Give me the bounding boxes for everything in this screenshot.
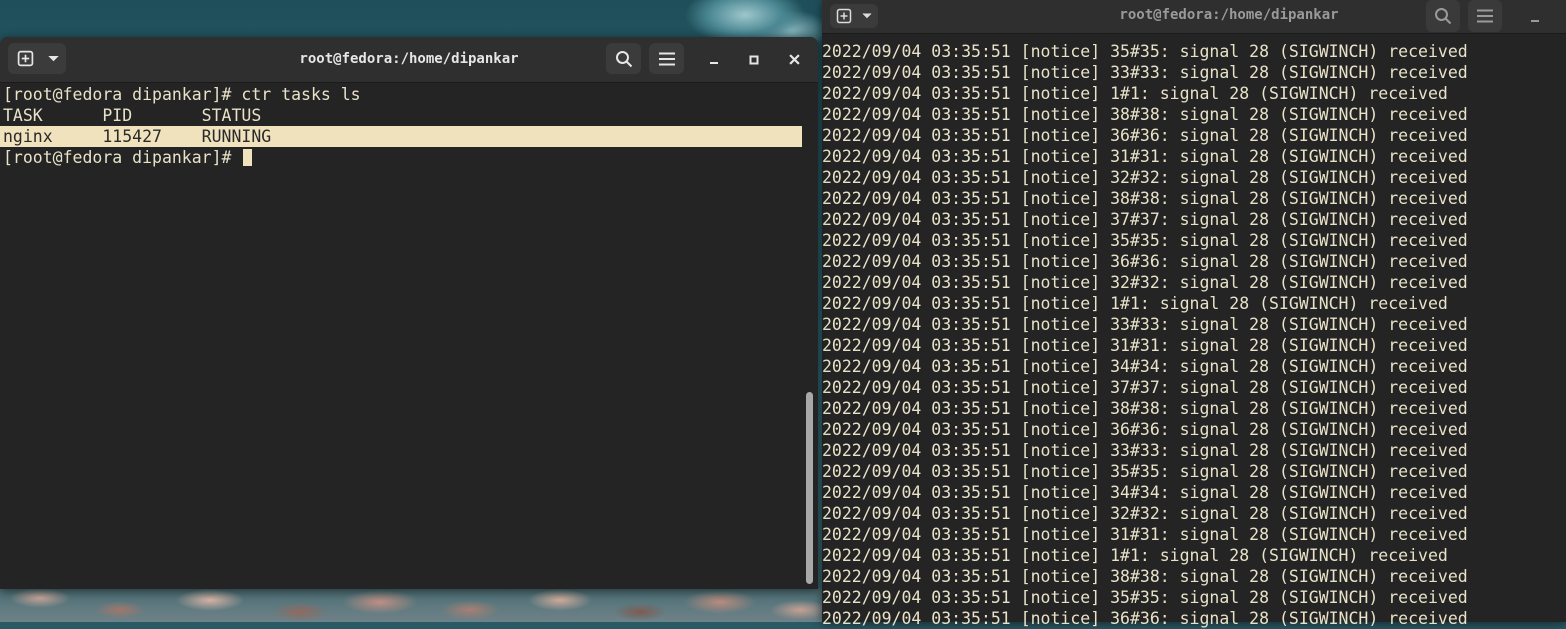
right-terminal-output[interactable]: 2022/09/04 03:35:51 [notice] 35#35: sign… — [822, 41, 1566, 629]
log-line: 2022/09/04 03:35:51 [notice] 33#33: sign… — [822, 441, 1468, 460]
log-line: 2022/09/04 03:35:51 [notice] 37#37: sign… — [822, 210, 1468, 229]
minimize-button[interactable] — [701, 46, 727, 72]
log-line: 2022/09/04 03:35:51 [notice] 34#34: sign… — [822, 357, 1468, 376]
maximize-button[interactable] — [741, 46, 767, 72]
menu-button[interactable] — [1468, 0, 1502, 32]
log-line: 2022/09/04 03:35:51 [notice] 32#32: sign… — [822, 168, 1468, 187]
terminal-line-text: [root@fedora dipankar]# ctr tasks ls — [3, 85, 361, 104]
terminal-line-text: nginx 115427 RUNNING — [3, 127, 272, 146]
log-line: 2022/09/04 03:35:51 [notice] 31#31: sign… — [822, 336, 1468, 355]
terminal-line-text: [root@fedora dipankar]# — [3, 148, 242, 167]
log-line: 2022/09/04 03:35:51 [notice] 36#36: sign… — [822, 609, 1468, 628]
terminal-line: [root@fedora dipankar]# — [3, 147, 802, 168]
new-tab-icon — [836, 8, 852, 24]
log-line: 2022/09/04 03:35:51 [notice] 32#32: sign… — [822, 504, 1468, 523]
maximize-icon — [749, 50, 759, 69]
task-row-highlighted: nginx 115427 RUNNING — [0, 126, 802, 147]
close-button[interactable] — [781, 46, 807, 72]
log-line: 2022/09/04 03:35:51 [notice] 38#38: sign… — [822, 399, 1468, 418]
new-tab-icon — [17, 50, 34, 67]
right-window-title: root@fedora:/home/dipankar — [1119, 7, 1339, 23]
log-line: 2022/09/04 03:35:51 [notice] 37#37: sign… — [822, 378, 1468, 397]
new-tab-button[interactable] — [830, 4, 878, 28]
search-button[interactable] — [1426, 0, 1460, 32]
log-line: 2022/09/04 03:35:51 [notice] 35#35: sign… — [822, 231, 1468, 250]
log-line: 2022/09/04 03:35:51 [notice] 35#35: sign… — [822, 588, 1468, 607]
log-line: 2022/09/04 03:35:51 [notice] 32#32: sign… — [822, 273, 1468, 292]
left-terminal-output[interactable]: [root@fedora dipankar]# ctr tasks ls TASK… — [0, 84, 802, 168]
terminal-line: [root@fedora dipankar]# ctr tasks ls — [3, 84, 802, 105]
log-line: 2022/09/04 03:35:51 [notice] 35#35: sign… — [822, 42, 1468, 61]
minimize-icon — [1530, 8, 1540, 27]
hamburger-menu-icon — [658, 52, 676, 66]
log-line: 2022/09/04 03:35:51 [notice] 33#33: sign… — [822, 315, 1468, 334]
log-line: 2022/09/04 03:35:51 [notice] 31#31: sign… — [822, 525, 1468, 544]
new-tab-button[interactable] — [8, 43, 66, 74]
terminal-line-text: TASK PID STATUS — [3, 106, 262, 125]
log-line: 2022/09/04 03:35:51 [notice] 1#1: signal… — [822, 84, 1448, 103]
search-button[interactable] — [606, 43, 641, 74]
desktop-wallpaper-rocks — [0, 588, 822, 622]
log-line: 2022/09/04 03:35:51 [notice] 1#1: signal… — [822, 546, 1448, 565]
log-line: 2022/09/04 03:35:51 [notice] 31#31: sign… — [822, 147, 1468, 166]
chevron-down-icon[interactable] — [48, 55, 59, 63]
search-icon — [1434, 7, 1452, 25]
terminal-line: TASK PID STATUS — [3, 105, 802, 126]
menu-button[interactable] — [649, 43, 684, 74]
log-line: 2022/09/04 03:35:51 [notice] 38#38: sign… — [822, 189, 1468, 208]
log-line: 2022/09/04 03:35:51 [notice] 36#36: sign… — [822, 252, 1468, 271]
left-window-headerbar[interactable]: root@fedora:/home/dipankar — [0, 37, 818, 83]
log-line: 2022/09/04 03:35:51 [notice] 36#36: sign… — [822, 126, 1468, 145]
close-icon — [788, 50, 800, 69]
log-line: 2022/09/04 03:35:51 [notice] 1#1: signal… — [822, 294, 1448, 313]
log-line: 2022/09/04 03:35:51 [notice] 38#38: sign… — [822, 567, 1468, 586]
minimize-icon — [709, 50, 719, 69]
hamburger-menu-icon — [1476, 9, 1494, 23]
log-line: 2022/09/04 03:35:51 [notice] 34#34: sign… — [822, 483, 1468, 502]
chevron-down-icon[interactable] — [862, 12, 872, 20]
search-icon — [615, 50, 633, 68]
left-terminal-window[interactable]: root@fedora:/home/dipankar [root@fedora … — [0, 37, 818, 589]
log-line: 2022/09/04 03:35:51 [notice] 35#35: sign… — [822, 462, 1468, 481]
text-cursor — [243, 149, 253, 166]
left-terminal-scrollbar[interactable] — [803, 84, 815, 588]
log-line: 2022/09/04 03:35:51 [notice] 36#36: sign… — [822, 420, 1468, 439]
right-window-headerbar[interactable]: root@fedora:/home/dipankar — [822, 0, 1566, 34]
left-window-title: root@fedora:/home/dipankar — [299, 51, 519, 67]
right-terminal-window[interactable]: root@fedora:/home/dipankar 2022/09/04 03… — [822, 0, 1566, 628]
log-line: 2022/09/04 03:35:51 [notice] 33#33: sign… — [822, 63, 1468, 82]
log-line: 2022/09/04 03:35:51 [notice] 38#38: sign… — [822, 105, 1468, 124]
minimize-button[interactable] — [1522, 4, 1548, 30]
scrollbar-thumb[interactable] — [806, 392, 813, 584]
